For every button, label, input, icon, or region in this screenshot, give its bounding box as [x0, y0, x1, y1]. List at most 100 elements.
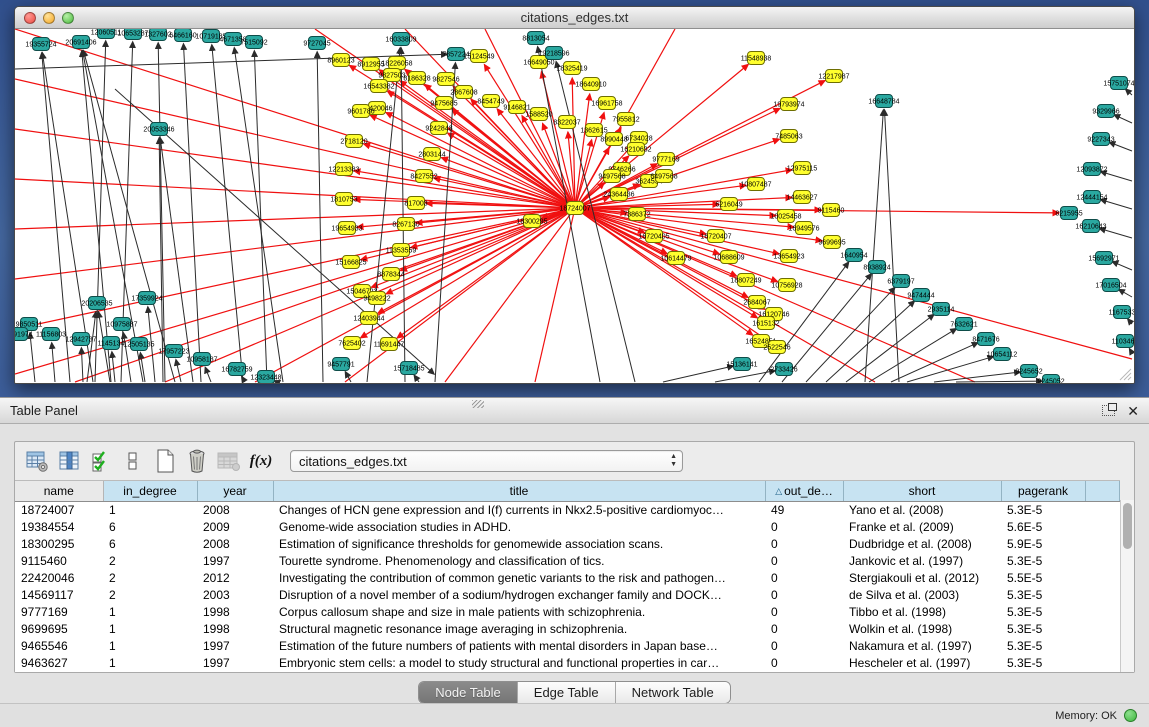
graph-node[interactable]: 17957223: [158, 345, 189, 358]
graph-node[interactable]: 8938924: [863, 261, 890, 274]
graph-node[interactable]: 9242848: [425, 122, 452, 135]
graph-node[interactable]: 16648784: [868, 95, 899, 108]
graph-node[interactable]: 16782759: [221, 363, 252, 376]
table-row[interactable]: 977716911998Corpus callosum shape and si…: [15, 603, 1120, 620]
citation-edge-black[interactable]: [663, 366, 733, 382]
citation-edge-black[interactable]: [95, 41, 106, 382]
close-window-button[interactable]: [24, 12, 36, 24]
citation-edge-black[interactable]: [1119, 289, 1132, 297]
graph-node[interactable]: 9699695: [818, 236, 845, 249]
graph-node[interactable]: 11353559: [386, 244, 417, 257]
graph-node[interactable]: 10807487: [740, 178, 771, 191]
graph-node[interactable]: 2803144: [418, 148, 445, 161]
graph-node[interactable]: 6466160: [169, 29, 196, 42]
citation-edge-black[interactable]: [112, 352, 115, 382]
graph-node[interactable]: 7632621: [950, 318, 977, 331]
table-row[interactable]: 911546021997Tourette syndrome. Phenomeno…: [15, 552, 1120, 569]
graph-node[interactable]: 13654923: [773, 250, 804, 263]
citation-edge-black[interactable]: [846, 314, 934, 382]
graph-node[interactable]: 2733426: [770, 363, 797, 376]
table-row[interactable]: 1872400712008Changes of HCN gene express…: [15, 501, 1120, 518]
graph-node[interactable]: 17016504: [1095, 279, 1126, 292]
citation-edge-black[interactable]: [205, 367, 211, 382]
graph-node[interactable]: 7625402: [338, 337, 365, 350]
column-header-pagerank[interactable]: pagerank: [1001, 481, 1085, 501]
citation-edge-black[interactable]: [414, 375, 419, 382]
graph-node[interactable]: 6379197: [887, 275, 914, 288]
table-row[interactable]: 1938455462009Genome-wide association stu…: [15, 518, 1120, 535]
graph-node[interactable]: 1327602: [144, 29, 171, 41]
citation-edge-red[interactable]: [386, 113, 575, 208]
graph-node[interactable]: 8990448: [600, 133, 627, 146]
citation-edge-red[interactable]: [575, 208, 778, 282]
tab-node-table[interactable]: Node Table: [419, 682, 518, 703]
graph-node[interactable]: 15751074: [1103, 77, 1134, 90]
graph-node[interactable]: 19654933: [331, 222, 362, 235]
graph-node[interactable]: 8960123: [327, 54, 354, 67]
tab-edge-table[interactable]: Edge Table: [518, 682, 616, 703]
graph-node[interactable]: 19355724: [25, 38, 56, 51]
select-all-icon[interactable]: [88, 448, 114, 474]
graph-node[interactable]: 11156803: [36, 328, 66, 341]
graph-node[interactable]: 18325419: [556, 62, 587, 75]
graph-node[interactable]: 11691447: [374, 338, 405, 351]
citation-edge-black[interactable]: [1112, 262, 1132, 270]
panel-splitter-handle[interactable]: [472, 400, 484, 408]
table-options-icon[interactable]: [24, 448, 50, 474]
graph-node[interactable]: 1640954: [840, 249, 867, 262]
graph-node[interactable]: 12975115: [787, 162, 818, 175]
graph-node[interactable]: 8322037: [553, 116, 580, 129]
citation-edge-black[interactable]: [956, 381, 1042, 382]
citation-edge-black[interactable]: [212, 45, 243, 382]
graph-node[interactable]: 20053346: [143, 123, 174, 136]
graph-node[interactable]: 12505135: [123, 338, 154, 351]
table-row[interactable]: 2242004622012Investigating the contribut…: [15, 569, 1120, 586]
graph-node[interactable]: 14463627: [786, 191, 817, 204]
network-canvas[interactable]: 1872400789601238912955182260589827503818…: [15, 29, 1134, 383]
graph-node[interactable]: 16961758: [591, 97, 622, 110]
graph-node[interactable]: 18640910: [575, 78, 606, 91]
graph-node[interactable]: 1103464: [1112, 335, 1134, 348]
graph-node[interactable]: 12217987: [818, 70, 849, 83]
graph-node[interactable]: 9227343: [1087, 133, 1114, 146]
citation-edge-black[interactable]: [81, 348, 83, 382]
citation-edge-black[interactable]: [891, 343, 978, 382]
graph-node[interactable]: 1167533: [1109, 306, 1134, 319]
citation-edge-black[interactable]: [1128, 319, 1132, 324]
minimize-window-button[interactable]: [43, 12, 55, 24]
citation-edge-black[interactable]: [884, 110, 899, 382]
column-header-short[interactable]: short: [843, 481, 1001, 501]
deselect-all-icon[interactable]: [120, 448, 146, 474]
graph-node[interactable]: 9727045: [303, 37, 330, 50]
citation-edge-red[interactable]: [484, 64, 575, 208]
graph-node[interactable]: 11548938: [741, 52, 772, 65]
graph-node[interactable]: 2718120: [340, 135, 367, 148]
new-column-icon[interactable]: [152, 448, 178, 474]
graph-node[interactable]: 15718485: [393, 362, 424, 375]
scrollbar-thumb[interactable]: [1123, 503, 1132, 549]
table-vertical-scrollbar[interactable]: [1120, 500, 1134, 672]
citation-edge-black[interactable]: [83, 51, 143, 382]
citation-edge-black[interactable]: [30, 333, 35, 382]
graph-node[interactable]: 12444154: [1076, 191, 1107, 204]
graph-node[interactable]: 20206535: [81, 297, 112, 310]
citation-edge-red[interactable]: [15, 208, 575, 374]
citation-edge-black[interactable]: [234, 48, 283, 382]
window-resize-grip[interactable]: [1119, 368, 1132, 381]
graph-node[interactable]: 9457791: [327, 358, 354, 371]
graph-node[interactable]: 8186328: [403, 72, 430, 85]
table-row[interactable]: 969969511998Structural magnetic resonanc…: [15, 620, 1120, 637]
citation-edge-black[interactable]: [934, 372, 1020, 382]
float-panel-icon[interactable]: [1102, 405, 1115, 416]
network-view-window[interactable]: citations_edges.txt 18724007896012389129…: [14, 6, 1135, 384]
table-row[interactable]: 946362711997Embryonic stem cells: a mode…: [15, 654, 1120, 671]
zoom-window-button[interactable]: [62, 12, 74, 24]
graph-node[interactable]: 16210643: [1075, 220, 1106, 233]
citation-edge-black[interactable]: [1126, 89, 1132, 95]
citation-edge-black[interactable]: [1109, 142, 1132, 151]
close-panel-icon[interactable]: ✕: [1127, 404, 1139, 418]
graph-node[interactable]: 8454749: [477, 95, 504, 108]
graph-node[interactable]: 7955812: [612, 113, 639, 126]
column-header-out_de[interactable]: △out_de…: [765, 481, 843, 501]
column-header-in_degree[interactable]: in_degree: [103, 481, 197, 501]
